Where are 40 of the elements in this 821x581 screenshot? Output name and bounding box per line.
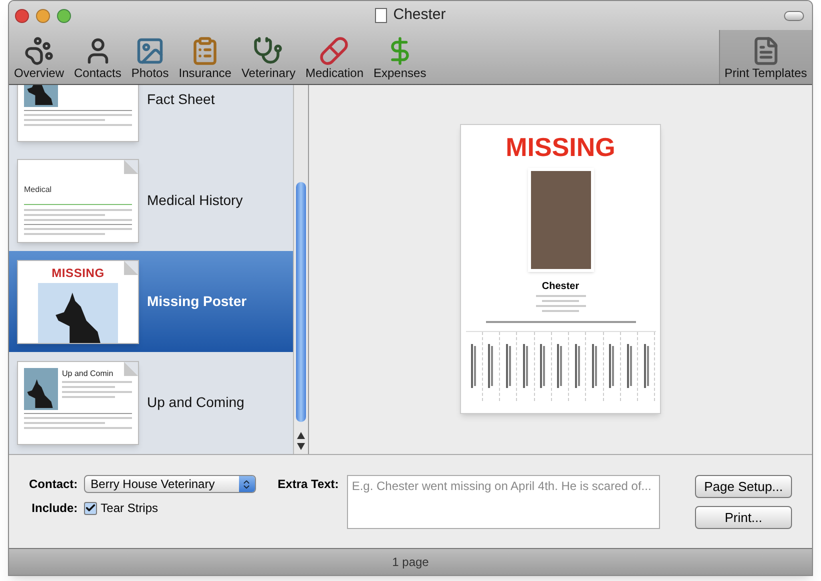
contact-select[interactable]: Berry House Veterinary	[84, 475, 256, 493]
template-list-item[interactable]: Medical Medical History	[9, 150, 293, 251]
dialog-button[interactable]: Page Setup...	[695, 475, 792, 498]
thumbnail-title: MISSING	[52, 266, 104, 278]
document-icon	[375, 8, 388, 23]
toolbar-item[interactable]: Photos	[126, 36, 174, 84]
pill-icon	[319, 36, 350, 66]
close-button[interactable]	[15, 9, 29, 23]
paw-icon	[24, 36, 54, 66]
toolbar-item[interactable]: Expenses	[368, 36, 432, 84]
page-corner-fold	[124, 160, 138, 174]
contact-label: Contact:	[29, 476, 78, 493]
thumbnail-title: Medical	[24, 184, 52, 194]
toolbar-toggle-button[interactable]	[784, 11, 804, 21]
tear-strips-label: Tear Strips	[100, 500, 158, 517]
toolbar-item[interactable]: Overview	[9, 36, 70, 84]
scrollbar[interactable]	[293, 85, 308, 454]
tear-strips-checkbox[interactable]	[84, 502, 97, 514]
thumbnail-title: Up and Comin	[62, 370, 114, 378]
include-label: Include:	[30, 500, 78, 517]
poster-headline: MISSING	[506, 131, 616, 164]
toolbar-item[interactable]: Print Templates	[718, 30, 812, 84]
stethoscope-icon	[253, 36, 284, 66]
page-count: 1 page	[392, 554, 429, 571]
template-list-item[interactable]: MISSING Missing Poster	[9, 251, 293, 352]
window-title: Chester	[393, 5, 446, 26]
toolbar-item[interactable]: Medication	[300, 36, 368, 84]
toolbar-item[interactable]: Contacts	[69, 36, 126, 84]
photo-icon	[135, 36, 166, 66]
template-list-item[interactable]: Up and Comin Up and Coming	[9, 352, 293, 453]
template-list-item[interactable]: Fact Sheet	[9, 85, 293, 150]
pet-name: Chester	[542, 282, 580, 292]
check-icon	[84, 502, 96, 514]
toolbar-item[interactable]: Veterinary	[236, 36, 300, 84]
minimize-button[interactable]	[36, 9, 50, 23]
dialog-button[interactable]: Print...	[695, 506, 792, 529]
toolbar-item[interactable]: Insurance	[174, 36, 236, 84]
extra-text-label: Extra Text:	[278, 476, 339, 493]
extra-text-field[interactable]: E.g. Chester went missing on April 4th. He is scared of...	[346, 475, 660, 529]
zoom-button[interactable]	[57, 9, 71, 23]
